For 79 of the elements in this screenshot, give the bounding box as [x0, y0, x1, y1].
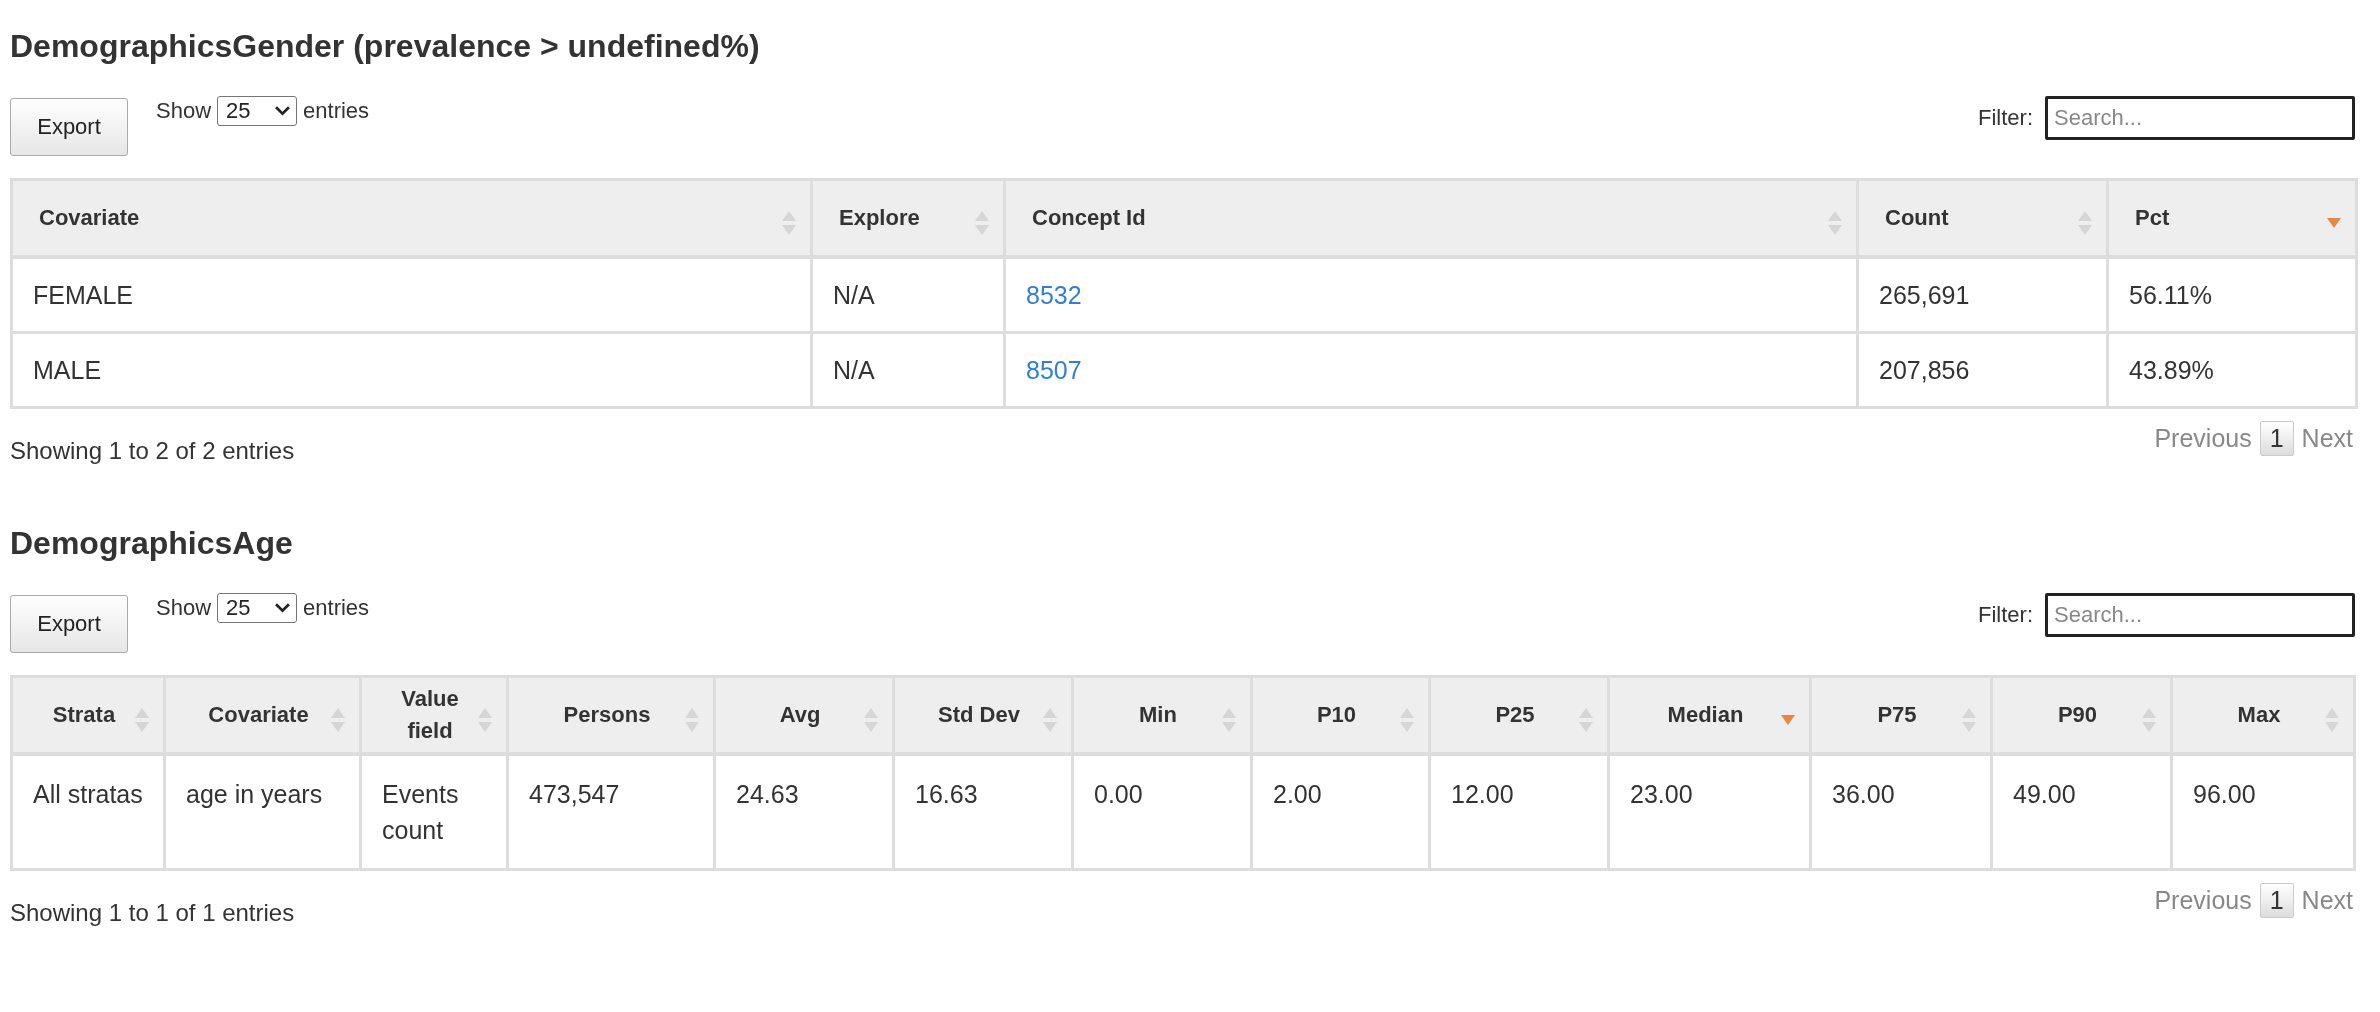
column-header[interactable]: Value field — [360, 676, 508, 754]
sort-arrows-icon[interactable] — [1400, 708, 1414, 732]
column-header[interactable]: P25 — [1429, 676, 1609, 754]
entries-label: entries — [303, 595, 370, 621]
table-cell: 265,691 — [1857, 257, 2108, 333]
column-header[interactable]: Persons — [507, 676, 715, 754]
table-cell: 36.00 — [1810, 754, 1992, 870]
sort-arrows-icon[interactable] — [782, 211, 796, 235]
table-cell: 24.63 — [714, 754, 894, 870]
table-cell: Events count — [360, 754, 508, 870]
table-cell: 473,547 — [507, 754, 715, 870]
column-header[interactable]: Count — [1857, 179, 2108, 257]
column-header[interactable]: Covariate — [164, 676, 361, 754]
show-label: Show — [156, 595, 212, 621]
table-cell: 49.00 — [1991, 754, 2172, 870]
column-header[interactable]: Concept Id — [1004, 179, 1858, 257]
concept-link[interactable]: 8507 — [1026, 356, 1082, 384]
sort-arrows-icon[interactable] — [2325, 708, 2339, 732]
column-header[interactable]: P10 — [1251, 676, 1430, 754]
export-button[interactable]: Export — [10, 595, 128, 653]
page-button[interactable]: 1 — [2259, 421, 2294, 456]
table-cell: 16.63 — [893, 754, 1073, 870]
entries-info: Showing 1 to 2 of 2 entries — [10, 437, 295, 465]
sort-arrows-icon[interactable] — [1828, 211, 1842, 235]
column-header[interactable]: Avg — [714, 676, 894, 754]
column-header[interactable]: Pct — [2107, 179, 2357, 257]
table-cell: N/A — [811, 332, 1005, 408]
sort-arrows-icon[interactable] — [2142, 708, 2156, 732]
table-cell: 2.00 — [1251, 754, 1430, 870]
sort-arrows-icon[interactable] — [685, 708, 699, 732]
concept-link[interactable]: 8532 — [1026, 281, 1082, 309]
entries-info: Showing 1 to 1 of 1 entries — [10, 899, 295, 927]
column-header[interactable]: Median — [1608, 676, 1811, 754]
sort-arrows-icon[interactable] — [135, 708, 149, 732]
caret-icon — [275, 106, 291, 116]
column-header[interactable]: Covariate — [11, 179, 812, 257]
search-field[interactable]: Search... — [2045, 593, 2355, 637]
sort-arrows-icon[interactable] — [975, 211, 989, 235]
sort-arrows-icon[interactable] — [1043, 708, 1057, 732]
entries-dropdown[interactable]: 25 — [217, 96, 298, 126]
column-header[interactable]: Explore — [811, 179, 1005, 257]
table-cell: FEMALE — [11, 257, 812, 333]
table-cell: 0.00 — [1072, 754, 1252, 870]
show-label: Show — [156, 98, 212, 124]
sort-descending-icon[interactable] — [2327, 218, 2341, 228]
sort-arrows-icon[interactable] — [864, 708, 878, 732]
sort-arrows-icon[interactable] — [1962, 708, 1976, 732]
table-cell: age in years — [164, 754, 361, 870]
table-cell: 96.00 — [2171, 754, 2355, 870]
section-title: DemographicsAge — [10, 524, 294, 563]
column-header[interactable]: P90 — [1991, 676, 2172, 754]
sort-arrows-icon[interactable] — [331, 708, 345, 732]
sort-arrows-icon[interactable] — [1222, 708, 1236, 732]
column-header[interactable]: Min — [1072, 676, 1252, 754]
caret-icon — [275, 603, 291, 613]
filter-label: Filter: — [1978, 602, 2033, 628]
column-header[interactable]: Std Dev — [893, 676, 1073, 754]
filter-label: Filter: — [1978, 105, 2033, 131]
table-cell: 56.11% — [2107, 257, 2357, 333]
page-button[interactable]: 1 — [2259, 883, 2294, 918]
sort-descending-icon[interactable] — [1781, 715, 1795, 725]
entries-dropdown[interactable]: 25 — [217, 593, 298, 623]
sort-arrows-icon[interactable] — [478, 708, 492, 732]
table-cell: MALE — [11, 332, 812, 408]
export-button[interactable]: Export — [10, 98, 128, 156]
table-cell: N/A — [811, 257, 1005, 333]
table-cell: 12.00 — [1429, 754, 1609, 870]
table-cell: 23.00 — [1608, 754, 1811, 870]
column-header[interactable]: P75 — [1810, 676, 1992, 754]
section-title: DemographicsGender (prevalence > undefined%) — [10, 27, 761, 66]
sort-arrows-icon[interactable] — [2078, 211, 2092, 235]
entries-label: entries — [303, 98, 370, 124]
column-header[interactable]: Max — [2171, 676, 2355, 754]
sort-arrows-icon[interactable] — [1579, 708, 1593, 732]
table-cell: 43.89% — [2107, 332, 2357, 408]
table-cell: 207,856 — [1857, 332, 2108, 408]
search-field[interactable]: Search... — [2045, 96, 2355, 140]
table-cell: All stratas — [11, 754, 165, 870]
column-header[interactable]: Strata — [11, 676, 165, 754]
